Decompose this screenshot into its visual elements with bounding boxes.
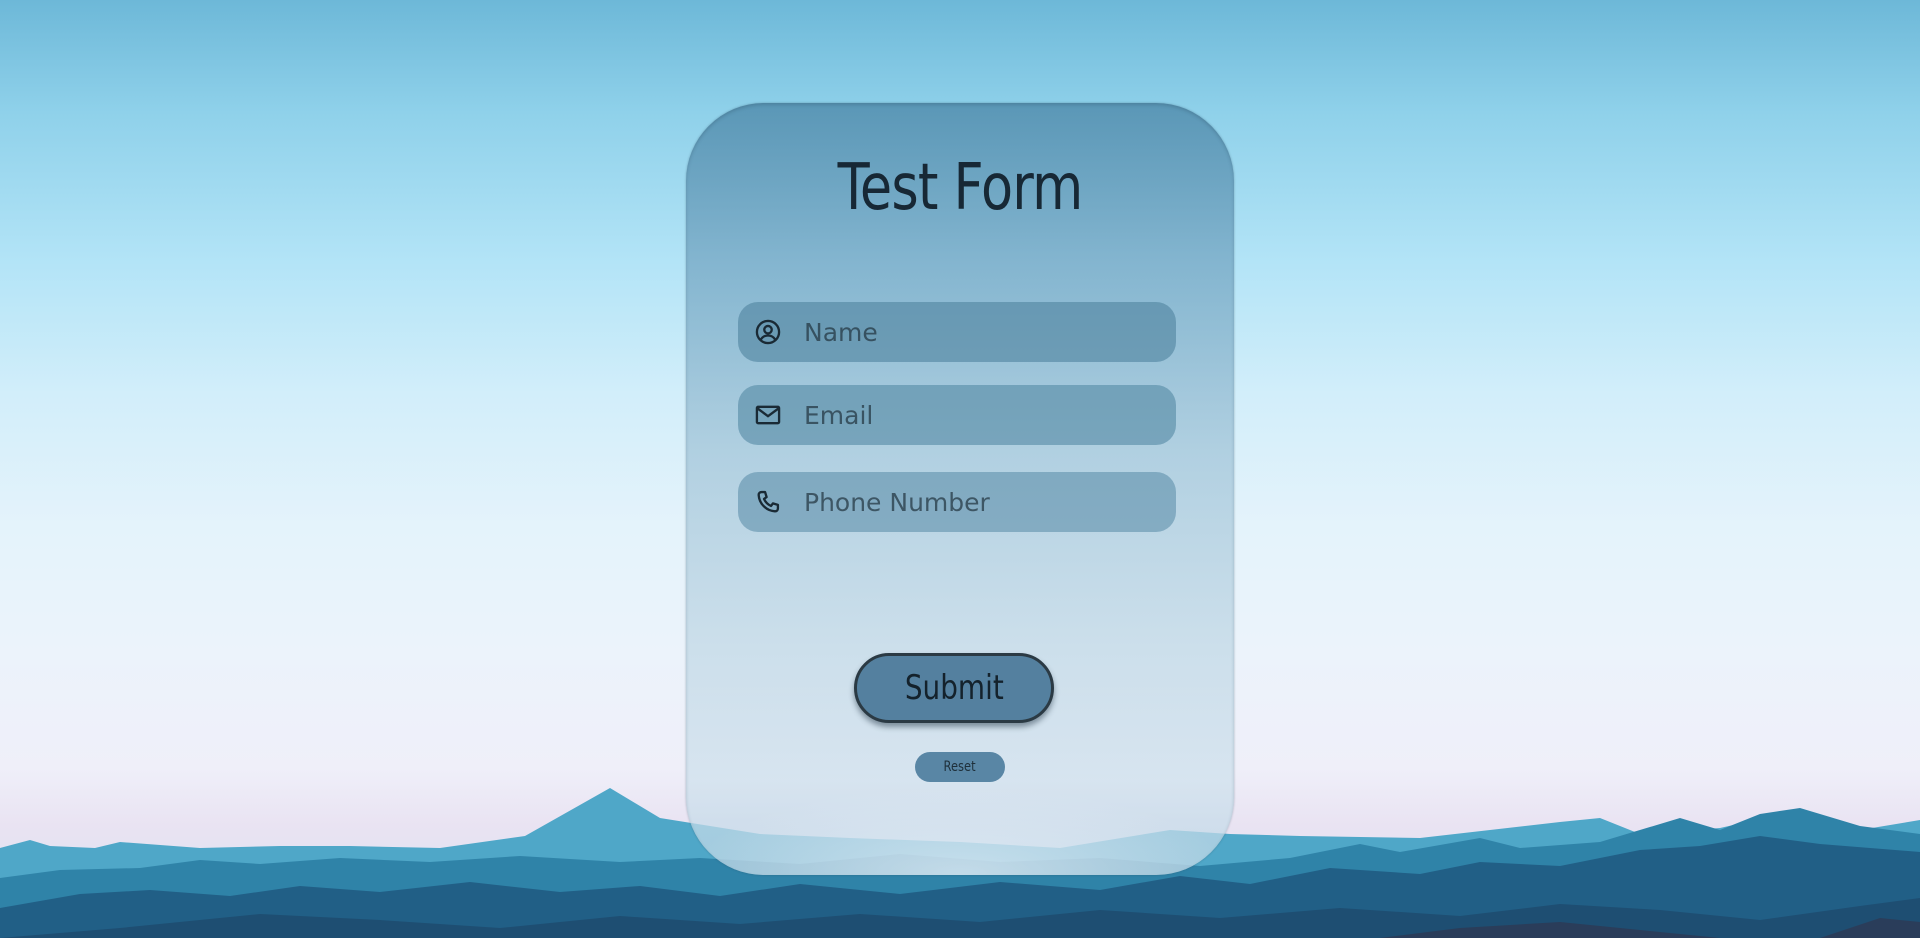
reset-button[interactable]: Reset (915, 752, 1005, 782)
phone-field[interactable] (738, 472, 1176, 532)
mail-icon (753, 400, 783, 430)
phone-input[interactable] (802, 473, 1176, 531)
submit-label: Submit (904, 668, 1004, 708)
name-field[interactable] (738, 302, 1176, 362)
user-circle-icon (753, 317, 783, 347)
email-input[interactable] (802, 386, 1176, 444)
submit-button[interactable]: Submit (854, 653, 1054, 723)
card-mist (686, 785, 1234, 875)
name-input[interactable] (802, 303, 1176, 361)
reset-label: Reset (943, 759, 977, 775)
form-card: Test Form Submit Reset (686, 103, 1234, 875)
email-field[interactable] (738, 385, 1176, 445)
form-title: Test Form (837, 151, 1084, 225)
phone-icon (753, 487, 783, 517)
